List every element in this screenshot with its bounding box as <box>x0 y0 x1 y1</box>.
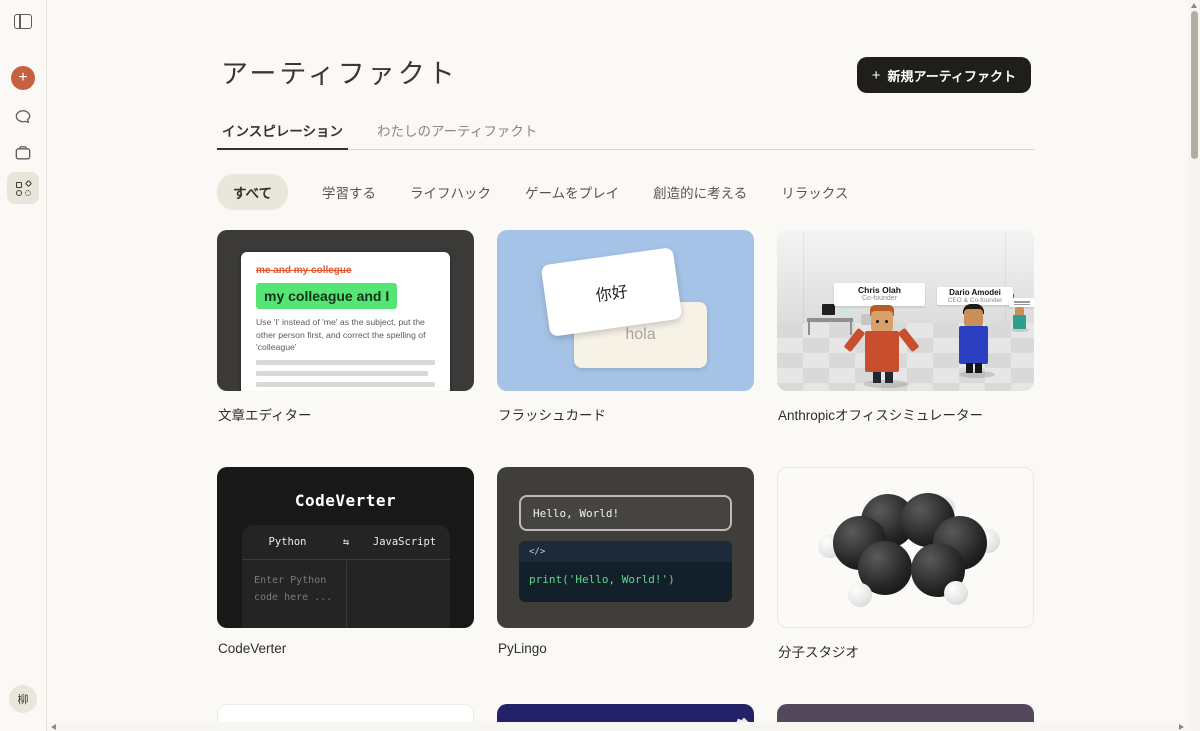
codeverter-columns: Enter Python code here ... <box>242 561 450 628</box>
filter-play-games[interactable]: ゲームをプレイ <box>525 182 619 202</box>
card-text-editor-thumbnail[interactable]: me and my collegue my colleague and I Us… <box>217 230 474 391</box>
artifacts-icon <box>15 179 32 196</box>
chat-bubble-icon <box>13 107 33 127</box>
person-role: Co-founder <box>861 295 898 302</box>
card-molecule-studio-thumbnail[interactable] <box>777 467 1034 628</box>
sidebar-item-projects[interactable] <box>13 143 33 163</box>
character-eye <box>876 320 879 323</box>
character-blue-leg <box>966 363 973 373</box>
sidebar: + 柳 <box>0 0 47 731</box>
office-desk <box>807 318 853 335</box>
new-artifact-button[interactable]: + 新規アーティファクト <box>856 57 1031 93</box>
editor-note: Use 'I' instead of 'me' as the subject, … <box>256 317 426 353</box>
tab-inspiration[interactable]: インスピレーション <box>217 112 348 150</box>
character-red-body <box>865 331 899 372</box>
scroll-up-arrow-icon[interactable] <box>1191 3 1197 8</box>
card-pylingo: Hello, World! </> print('Hello, World!')… <box>497 467 754 704</box>
filter-lifehack[interactable]: ライフハック <box>410 182 491 202</box>
character-teal-body <box>1013 315 1026 329</box>
lang-from-label: Python <box>268 536 307 548</box>
filter-bar: すべて 学習する ライフハック ゲームをプレイ 創造的に考える リラックス <box>217 174 848 210</box>
card-label: 文章エディター <box>218 408 312 423</box>
vertical-scrollbar[interactable] <box>1188 0 1200 731</box>
filter-think-creatively[interactable]: 創造的に考える <box>653 182 747 202</box>
vertical-scrollbar-thumb[interactable] <box>1190 11 1198 159</box>
filter-learn[interactable]: 学習する <box>322 182 376 202</box>
person-name: Chris Olah <box>858 285 901 295</box>
new-chat-button[interactable]: + <box>11 66 35 90</box>
pylingo-code: print('Hello, World!') <box>529 573 675 586</box>
card-text-editor: me and my collegue my colleague and I Us… <box>217 230 474 467</box>
person-role: CEO & Co-founder <box>947 297 1003 304</box>
hydrogen-atom <box>944 581 968 605</box>
character-blue-head <box>964 309 983 327</box>
card-label: 分子スタジオ <box>778 645 859 660</box>
codeverter-input-pane: Enter Python code here ... <box>242 561 347 628</box>
card-label: フラッシュカード <box>498 408 606 423</box>
main-content: アーティファクト + 新規アーティファクト インスピレーション わたしのアーティ… <box>217 0 1035 731</box>
editor-corrected-text: my colleague and I <box>256 283 398 309</box>
sidebar-item-chats[interactable] <box>13 107 33 127</box>
nametag-dario-amodei: Dario Amodei CEO & Co-founder <box>937 287 1013 305</box>
office-monitor <box>822 304 835 315</box>
plus-icon: + <box>871 66 881 84</box>
filter-relax[interactable]: リラックス <box>781 182 848 202</box>
plus-icon: + <box>18 69 28 86</box>
card-pylingo-thumbnail[interactable]: Hello, World! </> print('Hello, World!') <box>497 467 754 628</box>
card-office-simulator-thumbnail[interactable]: Chris Olah Co-founder Dario Amodei CEO &… <box>777 230 1034 391</box>
nametag-small <box>1009 298 1034 307</box>
character-red-leg <box>885 372 893 383</box>
swap-icon: ⇆ <box>342 536 350 548</box>
card-codeverter-thumbnail[interactable]: CodeVerter Python ⇆ JavaScript Enter Pyt… <box>217 467 474 628</box>
sidebar-toggle-icon[interactable] <box>14 14 32 29</box>
card-flashcards-thumbnail[interactable]: hola 你好 <box>497 230 754 391</box>
box-icon <box>13 143 33 163</box>
character-eye <box>885 320 888 323</box>
filter-all[interactable]: すべて <box>217 174 289 210</box>
pylingo-input: Hello, World! <box>519 495 732 531</box>
codeverter-panel: Python ⇆ JavaScript Enter Python code he… <box>242 525 450 628</box>
character-blue-body <box>959 326 988 364</box>
codeverter-output-pane <box>347 561 451 628</box>
character-blue-leg <box>975 363 982 373</box>
tab-bar: インスピレーション わたしのアーティファクト <box>217 112 1035 150</box>
scroll-left-arrow-icon[interactable] <box>51 723 56 730</box>
person-name: Dario Amodei <box>949 288 1001 297</box>
character-red-head <box>871 311 893 332</box>
editor-placeholder-lines <box>256 359 435 391</box>
artifacts-page: + 柳 アーティファクト + 新規アーティファクト インスピレーション わたしの… <box>0 0 1200 731</box>
artifact-grid: me and my collegue my colleague and I Us… <box>217 230 1034 731</box>
codeverter-placeholder: Enter Python code here ... <box>254 575 333 603</box>
card-label: CodeVerter <box>218 641 287 656</box>
editor-original-text: me and my collegue <box>256 265 352 276</box>
card-label: Anthropicオフィスシミュレーター <box>778 408 983 423</box>
scroll-right-arrow-icon[interactable] <box>1179 723 1184 730</box>
office-wall <box>777 230 1034 324</box>
sidebar-item-artifacts[interactable] <box>7 172 39 204</box>
card-molecule-studio: 分子スタジオ <box>777 467 1034 704</box>
page-title: アーティファクト <box>221 59 458 89</box>
card-codeverter: CodeVerter Python ⇆ JavaScript Enter Pyt… <box>217 467 474 704</box>
hydrogen-atom <box>848 583 872 607</box>
codeverter-title: CodeVerter <box>294 491 397 510</box>
pylingo-output: </> print('Hello, World!') <box>519 541 732 602</box>
new-artifact-button-label: 新規アーティファクト <box>887 68 1016 84</box>
code-icon: </> <box>519 541 732 562</box>
codeverter-header: Python ⇆ JavaScript <box>242 525 450 560</box>
lang-to-label: JavaScript <box>372 536 437 548</box>
horizontal-scrollbar[interactable] <box>47 722 1188 731</box>
card-office-simulator: Chris Olah Co-founder Dario Amodei CEO &… <box>777 230 1034 467</box>
avatar[interactable]: 柳 <box>9 685 37 713</box>
office-plant <box>840 307 851 318</box>
character-red-leg <box>873 372 881 383</box>
card-flashcards: hola 你好 フラッシュカード <box>497 230 754 467</box>
editor-paper: me and my collegue my colleague and I Us… <box>241 252 450 391</box>
nametag-chris-olah: Chris Olah Co-founder <box>834 283 925 306</box>
card-label: PyLingo <box>498 641 547 656</box>
tab-my-artifacts[interactable]: わたしのアーティファクト <box>372 112 542 149</box>
